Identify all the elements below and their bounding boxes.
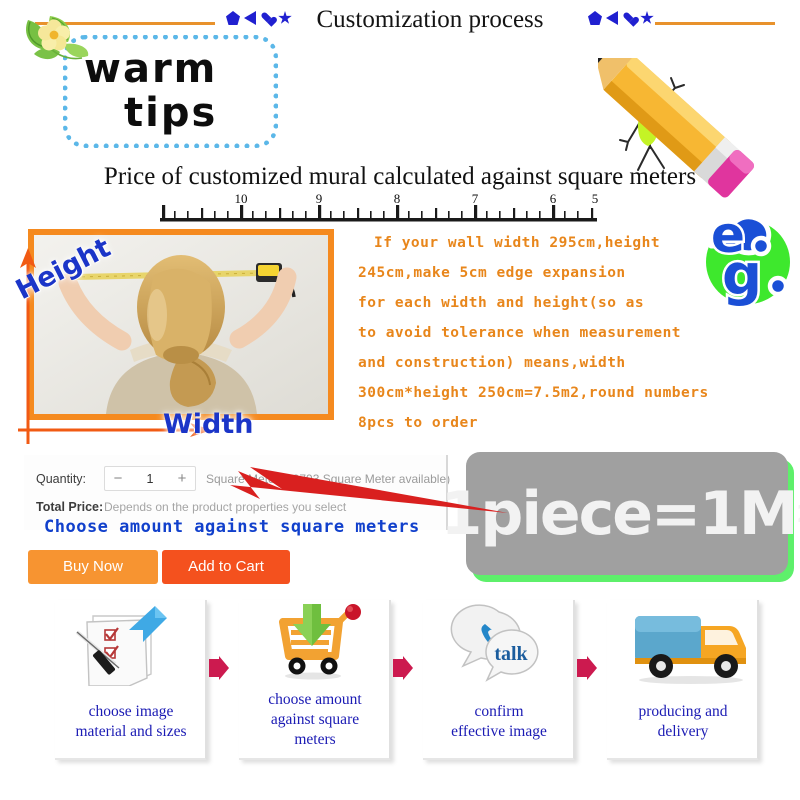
ruler-graphic: 10 9 8 7 6 5 bbox=[160, 192, 599, 222]
talk-bubbles-icon: talk bbox=[450, 604, 539, 682]
ruler-tick-label: 7 bbox=[472, 192, 479, 206]
ruler-tick-label: 10 bbox=[235, 192, 248, 206]
example-line: and construction) means,width bbox=[358, 355, 626, 371]
quantity-stepper[interactable]: − 1 + bbox=[104, 466, 196, 491]
star-icon bbox=[640, 11, 654, 24]
flower-decoration-icon bbox=[26, 16, 89, 60]
quantity-input[interactable]: 1 bbox=[131, 472, 169, 486]
customization-process-infographic: Customization process warm tips Price of… bbox=[0, 0, 800, 800]
heart-icon bbox=[623, 12, 635, 24]
heart-icon bbox=[261, 12, 273, 24]
delivery-truck-icon bbox=[635, 616, 746, 684]
step-caption-line: effective image bbox=[451, 723, 547, 740]
total-price-label: Total Price: bbox=[36, 500, 104, 514]
step-caption-line: producing and bbox=[638, 703, 728, 720]
step-card-producing-delivery[interactable]: producing and delivery bbox=[607, 600, 759, 760]
header-rule-right bbox=[655, 22, 775, 25]
example-line: to avoid tolerance when measurement bbox=[358, 325, 682, 341]
ruler-tick-label: 5 bbox=[592, 192, 599, 206]
pencil-and-stick-figure-icon bbox=[598, 58, 755, 198]
process-steps: choose image material and sizes choose a… bbox=[0, 600, 800, 775]
svg-text:g: g bbox=[722, 243, 762, 308]
warm-tips-line2: tips bbox=[124, 90, 218, 136]
step-card-confirm-image[interactable]: talk confirm effective image bbox=[423, 600, 575, 760]
badge-text: 1piece=1M2 bbox=[441, 452, 800, 575]
pentagon-icon bbox=[588, 11, 602, 25]
step-arrow-icon bbox=[577, 656, 597, 680]
ruler-tick-label: 9 bbox=[316, 192, 323, 206]
step-caption: choose image material and sizes bbox=[55, 702, 207, 742]
step-caption-line: material and sizes bbox=[75, 723, 187, 740]
step-caption-line: delivery bbox=[657, 723, 709, 740]
step-arrow-icon bbox=[393, 656, 413, 680]
add-to-cart-button[interactable]: Add to Cart bbox=[162, 550, 290, 584]
step-card-choose-amount[interactable]: choose amount against square meters bbox=[239, 600, 391, 760]
clipboard-checklist-icon bbox=[75, 606, 167, 686]
photo-width-label: Width bbox=[163, 409, 254, 440]
badge-superscript: 2 bbox=[797, 500, 800, 528]
step-caption-line: choose image bbox=[88, 703, 174, 720]
step-caption: producing and delivery bbox=[607, 702, 759, 742]
headline-text: Price of customized mural calculated aga… bbox=[103, 163, 697, 190]
quantity-decrement-button[interactable]: − bbox=[105, 467, 131, 490]
step-caption-line: meters bbox=[294, 731, 336, 748]
step-caption: confirm effective image bbox=[423, 702, 575, 742]
ruler-tick-label: 6 bbox=[550, 192, 557, 206]
warm-tips-line1: warm bbox=[84, 46, 218, 92]
step-caption-line: choose amount bbox=[268, 691, 362, 708]
step-caption-line: confirm bbox=[474, 703, 524, 720]
header-decoration-left bbox=[226, 11, 292, 25]
pentagon-icon bbox=[226, 11, 240, 25]
triangle-icon bbox=[244, 11, 256, 25]
example-line: 8pcs to order bbox=[358, 415, 478, 431]
step-caption: choose amount against square meters bbox=[239, 690, 391, 750]
header-decoration-right bbox=[588, 11, 654, 25]
ruler-tick-label: 8 bbox=[394, 192, 401, 206]
step-card-choose-image[interactable]: choose image material and sizes bbox=[55, 600, 207, 760]
page-title: Customization process bbox=[316, 6, 544, 33]
eg-logo-icon: e g bbox=[706, 206, 790, 311]
quantity-label: Quantity: bbox=[36, 471, 87, 486]
svg-text:talk: talk bbox=[494, 643, 528, 665]
example-line: 300cm*height 250cm=7.5m2,round numbers bbox=[358, 385, 709, 401]
triangle-icon bbox=[606, 11, 618, 25]
one-piece-equals-one-square-meter-badge: 1piece=1M2 bbox=[441, 452, 800, 575]
buy-now-button[interactable]: Buy Now bbox=[28, 550, 158, 584]
shopping-cart-icon bbox=[279, 604, 361, 680]
star-icon bbox=[278, 11, 292, 24]
step-arrow-icon bbox=[209, 656, 229, 680]
step-caption-line: against square bbox=[270, 711, 360, 728]
red-pointer-arrow bbox=[230, 467, 508, 513]
